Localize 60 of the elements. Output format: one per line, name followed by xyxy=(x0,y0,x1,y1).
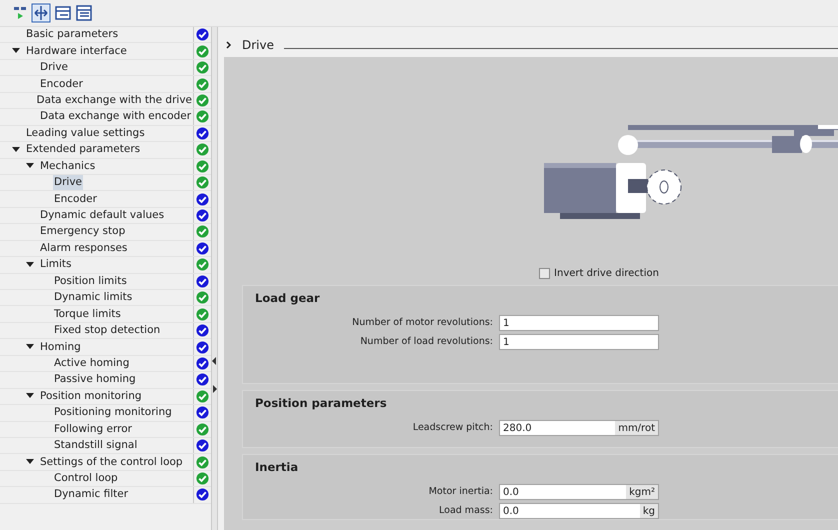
field-label: Motor inertia: xyxy=(428,485,494,500)
tree-item[interactable]: Following error xyxy=(53,422,133,437)
tree-item[interactable]: Position limits xyxy=(53,274,128,289)
tree-item[interactable]: Limits xyxy=(39,257,72,272)
unit-label: mm/rot xyxy=(615,421,658,436)
chevron-icon[interactable] xyxy=(226,41,232,49)
input-field[interactable]: 0.0 kg xyxy=(499,503,659,520)
input-field[interactable]: 1 xyxy=(499,334,659,350)
field-value: 0.0 xyxy=(502,504,520,519)
tree-item[interactable]: Dynamic default values xyxy=(39,208,166,224)
section-title: Load gear xyxy=(255,290,321,307)
tree-item[interactable]: Leading value settings xyxy=(25,126,146,141)
unit-label: kg xyxy=(640,504,658,518)
collapse-triangle-icon[interactable] xyxy=(26,393,34,400)
field-label: Load mass: xyxy=(438,504,494,518)
tree-item[interactable]: Torque limits xyxy=(53,306,122,322)
collapse-triangle-icon[interactable] xyxy=(26,459,34,466)
section-title: Inertia xyxy=(255,459,300,476)
tree-item[interactable]: Mechanics xyxy=(39,158,96,174)
tree-item[interactable]: Dynamic filter xyxy=(53,487,130,502)
tree-item[interactable]: Positioning monitoring xyxy=(53,405,173,420)
section-title: Position parameters xyxy=(255,395,388,412)
tree-item[interactable]: Alarm responses xyxy=(39,240,128,256)
tree-item[interactable]: Homing xyxy=(39,340,82,355)
input-field[interactable]: 1 xyxy=(499,315,659,332)
tree-item[interactable]: Data exchange with encoder xyxy=(39,109,192,124)
tree-item[interactable]: Control loop xyxy=(53,471,119,486)
tree-item[interactable]: Encoder xyxy=(53,192,98,207)
tree-item[interactable]: Hardware interface xyxy=(25,44,128,59)
collapse-triangle-icon[interactable] xyxy=(26,262,34,268)
tree-item[interactable]: Encoder xyxy=(39,76,84,92)
tree-item[interactable]: Position monitoring xyxy=(39,388,143,404)
tree-item[interactable]: Extended parameters xyxy=(25,142,142,158)
tree-item[interactable]: Active homing xyxy=(53,356,130,371)
collapse-triangle-icon[interactable] xyxy=(12,48,20,54)
field-label: Number of motor revolutions: xyxy=(351,316,494,330)
tree-item[interactable]: Settings of the control loop xyxy=(39,454,184,470)
tree-item[interactable]: Standstill signal xyxy=(53,438,138,454)
tree-item[interactable]: Dynamic limits xyxy=(53,290,134,306)
tree-item[interactable]: Drive xyxy=(53,175,83,190)
input-field[interactable]: 0.0 kgm² xyxy=(499,484,659,500)
collapse-triangle-icon[interactable] xyxy=(26,163,34,170)
field-label: Leadscrew pitch: xyxy=(412,421,494,436)
tree-item[interactable]: Basic parameters xyxy=(25,27,120,42)
tree-item[interactable]: Passive homing xyxy=(53,372,137,388)
section-header: Drive xyxy=(242,37,274,54)
tree-item[interactable]: Emergency stop xyxy=(39,224,126,240)
field-value: 0.0 xyxy=(502,486,520,500)
checkbox-label: Invert drive direction xyxy=(554,267,659,281)
unit-label: kgm² xyxy=(626,485,658,500)
checkbox[interactable] xyxy=(539,268,550,279)
field-label: Number of load revolutions: xyxy=(359,335,494,350)
field-value: 280.0 xyxy=(502,422,533,436)
collapse-triangle-icon[interactable] xyxy=(12,146,20,153)
input-field[interactable]: 280.0 mm/rot xyxy=(499,420,659,436)
tree-item[interactable]: Data exchange with the drive xyxy=(36,92,193,108)
collapse-triangle-icon[interactable] xyxy=(26,344,34,350)
tree-item[interactable]: Drive xyxy=(39,60,69,76)
tree-item[interactable]: Fixed stop detection xyxy=(53,323,162,338)
expand-all-icon[interactable] xyxy=(31,3,51,23)
